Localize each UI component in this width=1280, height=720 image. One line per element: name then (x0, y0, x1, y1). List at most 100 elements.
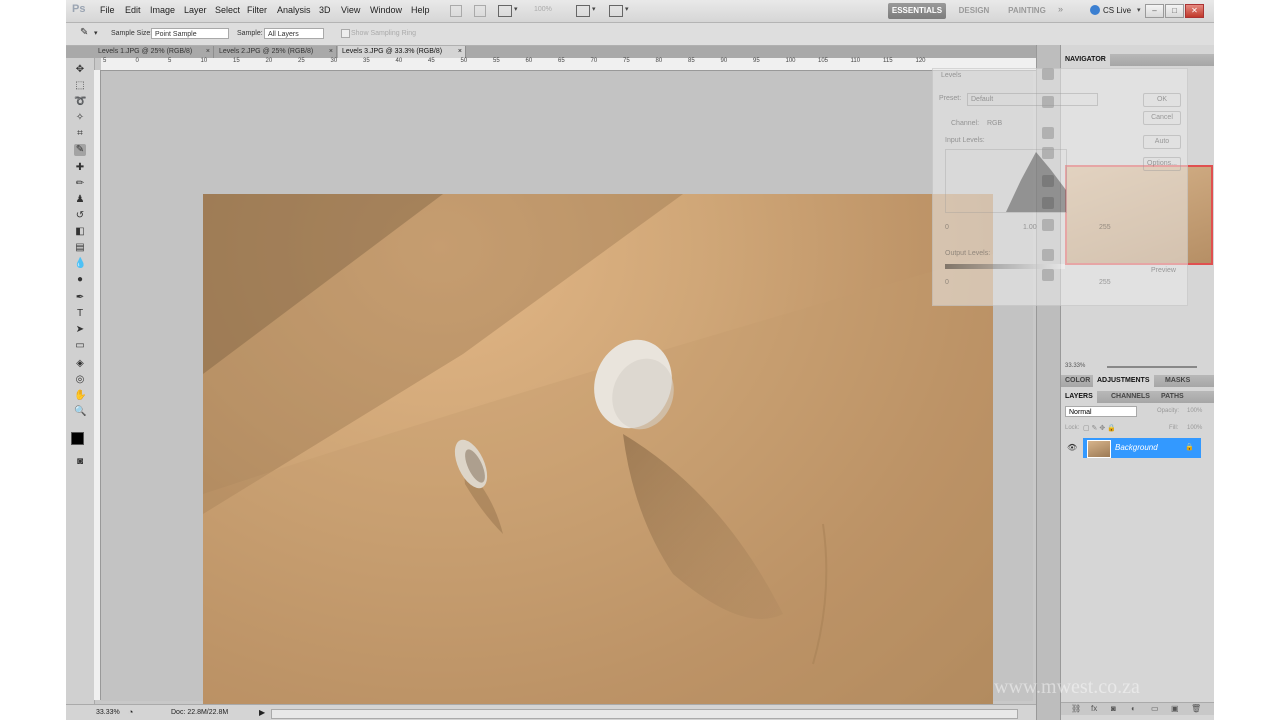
pen-tool-icon[interactable]: ✒ (74, 292, 86, 304)
3d-orbit-tool-icon[interactable]: ◎ (74, 374, 86, 386)
menu-file[interactable]: File (100, 5, 115, 15)
link-layers-icon[interactable]: ⛓ (1071, 704, 1081, 713)
chevron-down-icon[interactable]: ▾ (625, 5, 629, 13)
status-menu-arrow-icon[interactable]: ▶ (259, 708, 265, 717)
layer-style-icon[interactable]: fx (1091, 704, 1097, 713)
tab-levels-2[interactable]: Levels 2.JPG @ 25% (RGB/8) × (215, 46, 337, 58)
menu-window[interactable]: Window (370, 5, 402, 15)
delete-layer-icon[interactable]: 🗑 (1191, 704, 1201, 713)
healing-brush-tool-icon[interactable]: ✚ (74, 162, 86, 174)
tab-channels[interactable]: CHANNELS (1107, 391, 1154, 403)
output-min[interactable]: 0 (945, 279, 949, 286)
3d-rotate-tool-icon[interactable]: ◈ (74, 358, 86, 370)
clone-stamp-tool-icon[interactable]: ♟ (74, 194, 86, 206)
screen-mode-icon[interactable] (609, 5, 623, 17)
close-icon[interactable]: × (329, 46, 333, 58)
tab-color[interactable]: COLOR (1061, 375, 1094, 387)
menu-help[interactable]: Help (411, 5, 430, 15)
preview-checkbox[interactable]: Preview (1151, 267, 1176, 274)
channel-select[interactable]: RGB (987, 120, 1002, 127)
menu-layer[interactable]: Layer (184, 5, 207, 15)
tab-masks[interactable]: MASKS (1161, 375, 1194, 387)
tab-levels-3[interactable]: Levels 3.JPG @ 33.3% (RGB/8) × (338, 46, 466, 58)
hand-tool-icon[interactable]: ✋ (74, 390, 86, 402)
chevron-down-icon[interactable]: ▾ (514, 5, 518, 13)
input-max[interactable]: 255 (1099, 224, 1111, 231)
add-mask-icon[interactable]: ◙ (1111, 704, 1116, 713)
eraser-tool-icon[interactable]: ◧ (74, 226, 86, 238)
menu-edit[interactable]: Edit (125, 5, 141, 15)
shape-tool-icon[interactable]: ▭ (74, 340, 86, 352)
more-workspaces-icon[interactable]: » (1058, 4, 1063, 14)
layer-name[interactable]: Background (1115, 443, 1158, 452)
tab-adjustments[interactable]: ADJUSTMENTS (1093, 375, 1154, 387)
close-button[interactable]: ✕ (1185, 4, 1204, 18)
tab-paths[interactable]: PATHS (1157, 391, 1188, 403)
brush-tool-icon[interactable]: ✏ (74, 178, 86, 190)
tab-levels-1[interactable]: Levels 1.JPG @ 25% (RGB/8) × (94, 46, 214, 58)
workspace-design[interactable]: DESIGN (952, 3, 996, 19)
options-button[interactable]: Options... (1143, 157, 1181, 171)
chevron-down-icon[interactable]: ▾ (94, 29, 98, 37)
menu-filter[interactable]: Filter (247, 5, 267, 15)
eyedropper-preset-icon[interactable]: ✎ (80, 27, 88, 38)
eye-visibility-icon[interactable]: 👁 (1067, 443, 1077, 452)
blend-mode-select[interactable]: Normal (1065, 406, 1137, 417)
menu-select[interactable]: Select (215, 5, 240, 15)
horizontal-scrollbar[interactable] (271, 709, 1018, 719)
workspace-essentials[interactable]: ESSENTIALS (888, 3, 946, 19)
status-zoom[interactable]: 33.33% (96, 709, 120, 716)
chevron-down-icon[interactable]: ▾ (1137, 6, 1141, 14)
foreground-color-swatch[interactable] (71, 432, 84, 445)
cancel-button[interactable]: Cancel (1143, 111, 1181, 125)
menu-analysis[interactable]: Analysis (277, 5, 311, 15)
arrange-documents-icon[interactable] (576, 5, 590, 17)
tab-layers[interactable]: LAYERS (1061, 391, 1097, 403)
workspace-painting[interactable]: PAINTING (1002, 3, 1052, 19)
close-icon[interactable]: × (206, 46, 210, 58)
opacity-value[interactable]: 100% (1187, 408, 1202, 414)
eyedropper-tool-icon[interactable]: ✎ (74, 144, 86, 156)
sample-size-select[interactable]: Point Sample (151, 28, 229, 39)
new-layer-icon[interactable]: ▣ (1171, 704, 1179, 713)
mini-bridge-icon[interactable] (474, 5, 486, 17)
input-mid[interactable]: 1.00 (1023, 224, 1037, 231)
maximize-button[interactable]: □ (1165, 4, 1184, 18)
navigator-zoom-slider[interactable] (1107, 366, 1197, 368)
preset-select[interactable]: Default (967, 93, 1098, 106)
close-icon[interactable]: × (458, 46, 462, 58)
zoom-level[interactable]: 100% (534, 6, 552, 13)
history-brush-tool-icon[interactable]: ↺ (74, 210, 86, 222)
ok-button[interactable]: OK (1143, 93, 1181, 107)
lock-icons[interactable]: ▢ ✎ ✥ 🔒 (1083, 424, 1116, 432)
marquee-tool-icon[interactable]: ⬚ (74, 80, 86, 92)
auto-button[interactable]: Auto (1143, 135, 1181, 149)
tab-navigator[interactable]: NAVIGATOR (1061, 54, 1110, 66)
show-ring-checkbox[interactable] (341, 29, 350, 38)
zoom-tool-icon[interactable]: 🔍 (74, 406, 86, 418)
canvas-area[interactable] (101, 71, 1033, 720)
type-tool-icon[interactable]: T (74, 308, 86, 320)
sample-select[interactable]: All Layers (264, 28, 324, 39)
cs-live-button[interactable]: CS Live (1103, 6, 1131, 15)
menu-3d[interactable]: 3D (319, 5, 331, 15)
gradient-tool-icon[interactable]: ▤ (74, 242, 86, 254)
view-extras-icon[interactable] (498, 5, 512, 17)
menu-view[interactable]: View (341, 5, 360, 15)
menu-image[interactable]: Image (150, 5, 175, 15)
blur-tool-icon[interactable]: 💧 (74, 258, 86, 270)
adjustment-layer-icon[interactable]: ◐ (1131, 704, 1136, 713)
chevron-down-icon[interactable]: ▾ (592, 5, 596, 13)
bridge-icon[interactable] (450, 5, 462, 17)
move-tool-icon[interactable]: ✥ (74, 64, 86, 76)
lasso-tool-icon[interactable]: ➰ (74, 96, 86, 108)
minimize-button[interactable]: – (1145, 4, 1164, 18)
layer-row-background[interactable]: 👁 Background 🔒 (1061, 438, 1214, 458)
navigator-zoom[interactable]: 33.33% (1065, 363, 1085, 369)
path-selection-tool-icon[interactable]: ➤ (74, 324, 86, 336)
quick-mask-icon[interactable]: ◙ (74, 456, 86, 468)
dodge-tool-icon[interactable]: ● (74, 274, 86, 286)
quick-selection-tool-icon[interactable]: ✧ (74, 112, 86, 124)
crop-tool-icon[interactable]: ⌗ (74, 128, 86, 140)
input-min[interactable]: 0 (945, 224, 949, 231)
